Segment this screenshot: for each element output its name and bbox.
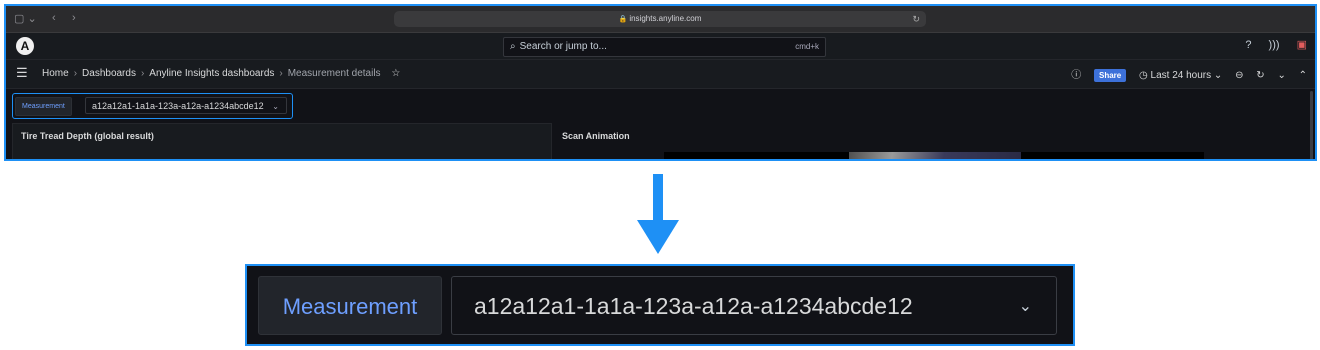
search-shortcut: cmd+k: [795, 42, 819, 51]
browser-toolbar: ▢ ⌄ ‹ › 🔒 insights.anyline.com ↻: [6, 6, 1315, 33]
zoomed-variable-value: a12a12a1-1a1a-123a-a12a-a1234abcde12: [474, 293, 913, 319]
time-range-label: Last 24 hours: [1150, 70, 1212, 81]
breadcrumb: Home › Dashboards › Anyline Insights dashboa…: [42, 68, 400, 79]
panel-tire-tread-depth[interactable]: Tire Tread Depth (global result): [12, 123, 552, 159]
animation-frame: [664, 152, 1204, 159]
refresh-interval-chevron-icon[interactable]: ⌄: [1277, 70, 1285, 81]
avatar[interactable]: ▣: [1297, 39, 1307, 51]
topbar-actions: ? ))) ▣: [1231, 38, 1307, 51]
chevron-down-icon: ⌄: [1018, 298, 1032, 315]
zoomed-variable-select[interactable]: a12a12a1-1a1a-123a-a12a-a1234abcde12 ⌄: [451, 276, 1057, 335]
breadcrumb-separator: ›: [140, 68, 145, 79]
reload-icon[interactable]: ↻: [912, 11, 920, 27]
breadcrumb-separator: ›: [279, 68, 283, 79]
info-icon[interactable]: ⓘ: [1071, 70, 1081, 81]
search-placeholder: Search or jump to...: [519, 41, 607, 52]
arrow-down-icon: [653, 174, 663, 222]
zoomed-variable-label: Measurement: [258, 276, 442, 335]
star-icon[interactable]: ☆: [391, 68, 400, 79]
search-icon: ⌕: [510, 41, 516, 52]
breadcrumb-separator: ›: [73, 68, 78, 79]
breadcrumb-dashboards[interactable]: Dashboards: [82, 68, 136, 79]
dashboard-content: Measurement a12a12a1-1a1a-123a-a12a-a123…: [6, 89, 1315, 159]
app-logo[interactable]: A: [16, 37, 34, 55]
panel-title: Scan Animation: [562, 131, 630, 141]
collapse-icon[interactable]: ⌃: [1299, 70, 1307, 81]
scan-animation-image: [849, 152, 1021, 159]
variable-select[interactable]: a12a12a1-1a1a-123a-a12a-a1234abcde12 ⌄: [85, 97, 287, 114]
dashboard-navbar: ☰ Home › Dashboards › Anyline Insights dashb…: [6, 60, 1315, 89]
sidebar-toggle-icon[interactable]: ▢ ⌄: [14, 12, 37, 25]
forward-icon[interactable]: ›: [72, 12, 76, 24]
arrow-head-icon: [637, 220, 679, 254]
refresh-icon[interactable]: ↻: [1256, 70, 1264, 81]
news-feed-icon[interactable]: ))): [1269, 39, 1280, 51]
panel-scan-animation[interactable]: Scan Animation: [553, 123, 1313, 159]
help-icon[interactable]: ?: [1245, 39, 1251, 51]
variable-label: Measurement: [15, 97, 72, 116]
breadcrumb-folder[interactable]: Anyline Insights dashboards: [149, 68, 274, 79]
chevron-down-icon: ⌄: [1213, 70, 1223, 81]
clock-icon: ◷: [1139, 70, 1148, 81]
zoom-out-icon[interactable]: ⊖: [1235, 70, 1243, 81]
time-range-picker[interactable]: ◷ Last 24 hours ⌄: [1139, 70, 1222, 81]
variable-value: a12a12a1-1a1a-123a-a12a-a1234abcde12: [92, 101, 264, 111]
address-bar[interactable]: 🔒 insights.anyline.com ↻: [394, 11, 926, 27]
scrollbar[interactable]: [1310, 91, 1313, 159]
dashboard-actions: ⓘ Share ◷ Last 24 hours ⌄ ⊖ ↻ ⌄ ⌃: [1061, 66, 1307, 82]
share-button[interactable]: Share: [1094, 69, 1127, 82]
search-input[interactable]: ⌕ Search or jump to... cmd+k: [503, 37, 826, 57]
address-url: insights.anyline.com: [629, 14, 702, 23]
back-icon[interactable]: ‹: [52, 12, 56, 24]
grafana-topbar: A ⌕ Search or jump to... cmd+k ? ))) ▣: [6, 33, 1315, 60]
browser-window: ▢ ⌄ ‹ › 🔒 insights.anyline.com ↻ A ⌕ Searc…: [4, 4, 1317, 161]
zoomed-variable-bar: Measurement a12a12a1-1a1a-123a-a12a-a123…: [245, 264, 1075, 346]
measurement-variable: Measurement a12a12a1-1a1a-123a-a12a-a123…: [12, 93, 293, 119]
menu-icon[interactable]: ☰: [16, 65, 28, 81]
chevron-down-icon: ⌄: [272, 102, 279, 111]
lock-icon: 🔒: [618, 16, 628, 23]
breadcrumb-home[interactable]: Home: [42, 68, 69, 79]
breadcrumb-current: Measurement details: [287, 68, 381, 79]
panel-title: Tire Tread Depth (global result): [21, 131, 154, 141]
